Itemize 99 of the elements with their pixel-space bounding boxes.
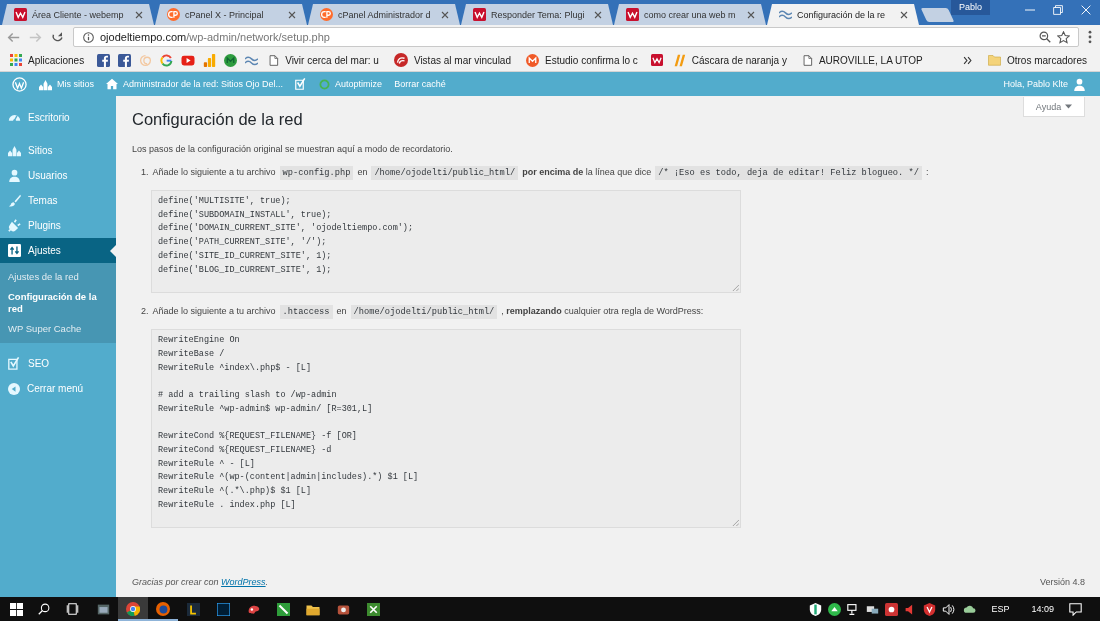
zoom-out-icon[interactable] xyxy=(1039,31,1051,43)
check-logo-icon[interactable] xyxy=(295,78,308,90)
windows-logo-icon[interactable] xyxy=(9,602,23,616)
app-tile-icon xyxy=(216,602,230,616)
sidebar-item[interactable]: Ajustes xyxy=(0,238,116,263)
browser-tab[interactable]: Configuración de la re xyxy=(767,4,919,25)
houses-icon xyxy=(39,77,52,91)
page-icon xyxy=(801,53,813,67)
window-icon xyxy=(96,602,110,616)
credit-link[interactable]: WordPress xyxy=(221,577,266,587)
intro-text: Los pasos de la configuración original se muestran aquí a modo de recordatorio. xyxy=(132,143,454,156)
bar-chart-icon xyxy=(203,53,217,67)
search-icon[interactable] xyxy=(38,603,50,615)
bookmark-link[interactable]: Estudio confirma lo c xyxy=(524,53,643,67)
cpanel-logo-icon xyxy=(167,8,180,21)
code-field[interactable]: define('MULTISITE', true); define('SUBDOMAIN_INSTALL', true); define('DOMAIN_CURRENT_SITE', 'ojodeltiempo.com'); define('PATH_CURRENT_SITE', '/'); define('SITE_ID_CURRENT_SITE', 1); define('BLOG_ID_CURRENT_SITE', 1); xyxy=(151,190,741,294)
address-field[interactable]: ojodeltiempo.com/wp-admin/network/setup.php xyxy=(73,27,1079,47)
app-tile-icon xyxy=(186,602,200,616)
resize-grip-icon[interactable] xyxy=(732,519,739,527)
bookmark-link[interactable]: Aplicaciones xyxy=(8,54,90,66)
bookmark-link[interactable]: Vistas al mar vinculad xyxy=(391,53,516,67)
profile-button[interactable]: Pablo xyxy=(950,0,990,15)
bookmark-folder[interactable]: Otros marcadores xyxy=(985,54,1092,66)
new-tab-button[interactable] xyxy=(920,8,955,22)
zigzag-logo-icon xyxy=(14,8,27,21)
language-indicator[interactable]: ESP xyxy=(991,604,1010,614)
step-text: 2. Añade lo siguiente a tu archivo .htaccess en /home/ojodelti/public_html/ , remplazando cualquier otra regla de WordPress: xyxy=(140,304,705,321)
bookmark-link[interactable]: AUROVILLE, LA UTOP xyxy=(799,53,928,67)
help-button[interactable]: Ayuda xyxy=(1023,97,1085,117)
restore-icon[interactable] xyxy=(1053,5,1063,15)
bookmark-link[interactable]: Cáscara de naranja y xyxy=(670,53,792,67)
page-icon xyxy=(268,53,280,67)
facebook-icon xyxy=(118,53,132,67)
folder-icon xyxy=(306,602,320,616)
zigzag-logo-icon xyxy=(626,8,639,21)
wave-icon xyxy=(779,8,792,21)
sort-arrows-icon xyxy=(8,244,21,257)
user-icon xyxy=(8,169,21,182)
close-icon[interactable] xyxy=(900,10,908,19)
close-icon[interactable] xyxy=(288,10,296,19)
spreadsheet-icon xyxy=(366,602,380,616)
plug-icon xyxy=(8,219,21,232)
folder-icon xyxy=(987,54,1001,66)
camera-icon xyxy=(336,602,350,616)
check-logo-icon[interactable] xyxy=(8,357,21,370)
firefox-icon xyxy=(156,602,170,616)
resize-grip-icon[interactable] xyxy=(732,284,739,292)
wordpress-logo-icon[interactable] xyxy=(12,76,27,92)
star-icon[interactable] xyxy=(1057,30,1070,44)
browser-tab[interactable]: Área Cliente - webemp xyxy=(2,4,154,25)
google-icon xyxy=(160,53,174,67)
zigzag-logo-icon xyxy=(473,8,486,21)
volume-icon xyxy=(942,602,957,616)
round-logo-icon xyxy=(526,53,539,67)
reload-icon[interactable] xyxy=(51,30,64,44)
app-tile-icon xyxy=(276,602,290,616)
info-icon xyxy=(83,31,94,43)
browser-tab[interactable]: como crear una web m xyxy=(614,4,766,25)
round-logo-icon xyxy=(393,53,408,67)
close-icon[interactable] xyxy=(747,10,755,19)
user-icon xyxy=(1073,77,1086,91)
cloud-icon xyxy=(962,603,978,615)
menu-icon[interactable] xyxy=(1088,30,1092,44)
swirl-icon xyxy=(139,53,153,67)
facebook-icon xyxy=(97,53,111,67)
double-chevron-icon[interactable] xyxy=(962,55,972,65)
code-field[interactable]: RewriteEngine On RewriteBase / RewriteRule ^index\.php$ - [L] # add a trailing slash to /wp-admin RewriteRule ^wp-admin$ wp-admin/ [R=301,L] RewriteCond %{REQUEST_FILENAME} -f [OR] RewriteCond %{REQUEST_FILENAME} -d RewriteRule ^ - [L] RewriteRule ^(wp-(content|admin|includes).*) $1 [L] RewriteRule ^(.*\.php)$ $1 [L] RewriteRule . index.php [L] xyxy=(151,329,741,529)
bookmark-link[interactable]: Vivir cerca del mar: u xyxy=(266,53,384,67)
app-icon xyxy=(885,602,899,616)
close-icon[interactable] xyxy=(594,10,602,19)
page-title: Configuración de la red xyxy=(132,109,303,129)
ring-icon xyxy=(319,78,331,90)
chrome-icon xyxy=(126,602,140,616)
clock-text[interactable]: 14:09 xyxy=(1031,604,1054,614)
notification-icon[interactable] xyxy=(1068,602,1083,616)
shield-icon xyxy=(923,602,937,616)
browser-tab[interactable]: Responder Tema: Plugi xyxy=(461,4,613,25)
browser-tab[interactable]: cPanel X - Principal xyxy=(155,4,307,25)
round-logo-icon xyxy=(224,53,238,67)
collapse-icon xyxy=(8,382,20,395)
play-icon xyxy=(181,53,196,67)
browser-tab[interactable]: cPanel Administrador d xyxy=(308,4,460,25)
brush-icon xyxy=(8,194,21,207)
caret-down-icon xyxy=(1065,104,1073,109)
taskbar-app[interactable] xyxy=(118,597,148,621)
cpanel-logo-icon xyxy=(320,8,333,21)
zigzag-logo-icon xyxy=(650,54,663,66)
houses-icon xyxy=(8,144,21,157)
close-icon[interactable] xyxy=(135,10,143,19)
home-icon xyxy=(106,78,118,90)
menu-pointer-icon xyxy=(110,245,116,257)
task-view-icon[interactable] xyxy=(64,603,80,615)
slash-logo-icon xyxy=(672,53,686,67)
close-icon[interactable] xyxy=(441,10,449,19)
shield-icon xyxy=(809,602,823,616)
version-text: Versión 4.8 xyxy=(1039,576,1085,588)
footer-credit: Gracias por crear con WordPress. xyxy=(132,576,269,588)
apps-grid-icon xyxy=(10,54,22,66)
step-text: 1. Añade lo siguiente a tu archivo wp-config.php en /home/ojodelti/public_html/ por encima de la línea que dice /* ¡Eso es todo, deja de editar! Feliz blogueo. */ : xyxy=(140,165,930,181)
